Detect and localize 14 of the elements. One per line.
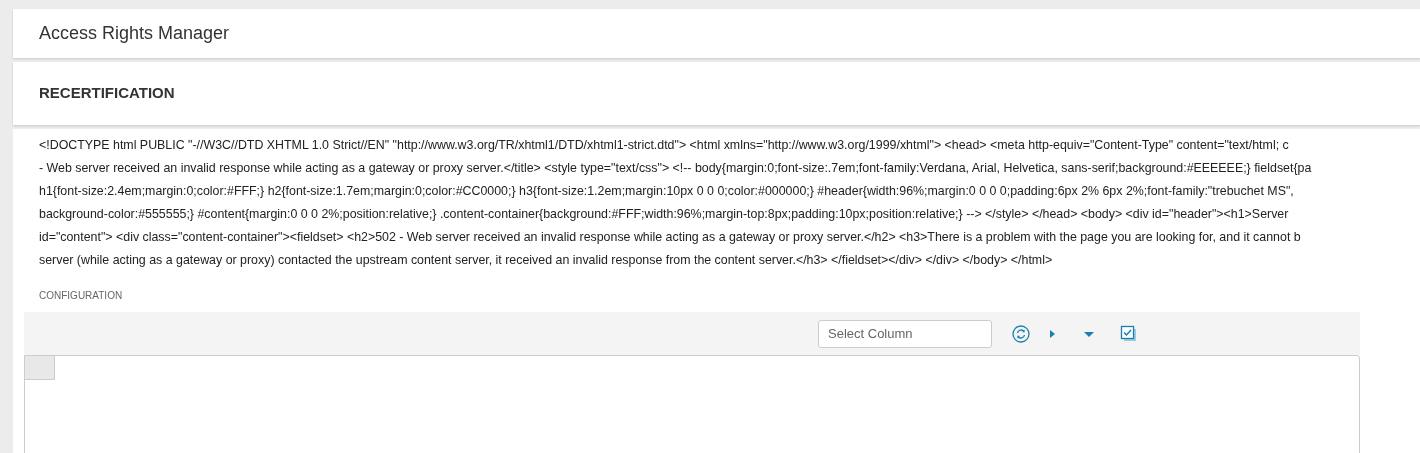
response-text-line: - Web server received an invalid response while acting as a gateway or proxy server.</title> <style type="text/css"> <!-- body{margin:0;font-size:.7em;font-family:Verdana, Arial, Helvetica, sans-serif;background:#EEEEEE;} fieldset{pa [39,160,1312,177]
app-title: Access Rights Manager [39,22,230,45]
play-icon[interactable] [1048,328,1056,339]
select-column-field[interactable]: Select Column [818,319,992,348]
response-text-line: id="content"> <div class="content-container"><fieldset> <h2>502 - Web server received an invalid response while acting as a gateway or proxy server.</h2> <h3>There is a problem with the page you are looking for, and it cannot b [39,229,1301,246]
checklist-icon[interactable] [1120,324,1138,343]
response-text-line: <!DOCTYPE html PUBLIC "-//W3C//DTD XHTML 1.0 Strict//EN" "http://www.w3.org/TR/xhtml1/DTD/xhtml1-strict.dtd"> <html xmlns="http://www.w3.org/1999/xhtml"> <head> <meta http-equiv="Content-Type" content="text/html; c [39,137,1289,154]
response-text-line: server (while acting as a gateway or proxy) contacted the upstream content server, it received an invalid response from the content server.</h3> </fieldset></div> </div> </body> </html> [39,252,1053,269]
section-label: CONFIGURATION [39,290,123,301]
section-title: RECERTIFICATION [39,83,175,104]
response-text-line: background-color:#555555;} #content{margin:0 0 0 2%;position:relative;} .content-container{background:#FFF;width:96%;margin-top:8px;padding:10px;position:relative;} --> </style> </head> <body> <div id="header"><h1>Server [39,206,1289,223]
dropdown-caret-icon[interactable] [1084,329,1094,338]
refresh-icon[interactable] [1012,324,1030,343]
response-text-line: h1{font-size:2.4em;margin:0;color:#FFF;} h2{font-size:1.7em;margin:0;color:#CC0000;} h3{font-size:1.2em;margin:10px 0 0 0;color:#000000;} #header{width:96%;margin:0 0 0 0;padding:6px 2% 6px 2%;font-family:"trebuchet MS", [39,183,1294,200]
